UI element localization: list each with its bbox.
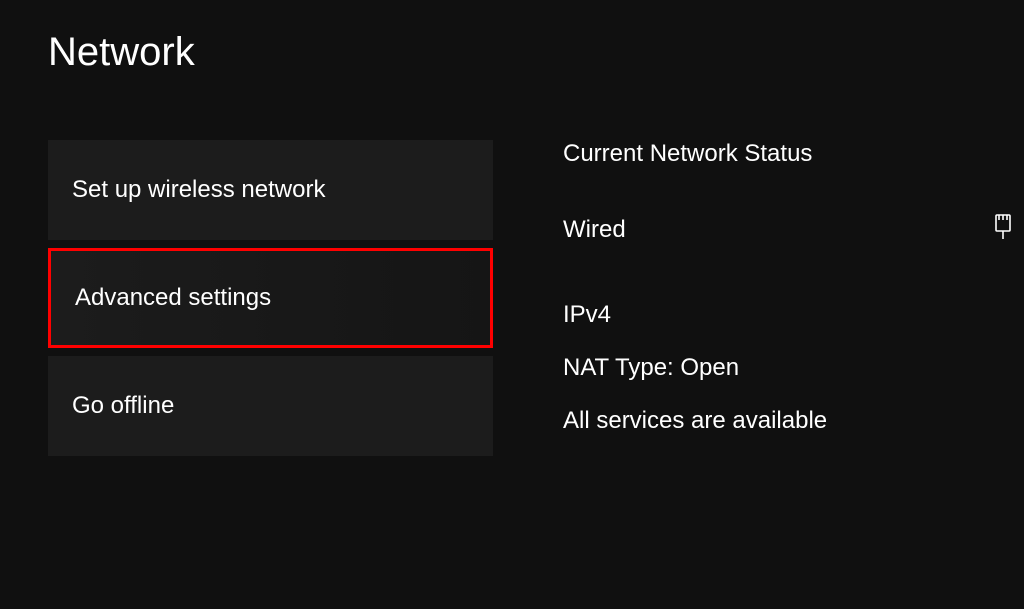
menu-item-label: Go offline xyxy=(72,392,174,420)
menu-item-label: Set up wireless network xyxy=(72,176,325,204)
menu-item-go-offline[interactable]: Go offline xyxy=(48,356,493,456)
menu-item-label: Advanced settings xyxy=(75,284,271,312)
services-status: All services are available xyxy=(563,407,1023,435)
status-heading: Current Network Status xyxy=(563,140,1023,168)
menu-list: Set up wireless network Advanced setting… xyxy=(48,140,493,464)
content-area: Set up wireless network Advanced setting… xyxy=(0,140,1024,464)
ip-version: IPv4 xyxy=(563,301,1023,329)
page-title: Network xyxy=(0,0,1024,75)
menu-item-advanced-settings[interactable]: Advanced settings xyxy=(48,248,493,348)
connection-row: Wired xyxy=(563,213,1023,246)
status-panel: Current Network Status Wired IPv4 NAT Ty… xyxy=(563,140,1023,464)
connection-type: Wired xyxy=(563,216,626,244)
nat-type: NAT Type: Open xyxy=(563,354,1023,382)
wired-icon xyxy=(993,213,1013,246)
menu-item-setup-wireless[interactable]: Set up wireless network xyxy=(48,140,493,240)
